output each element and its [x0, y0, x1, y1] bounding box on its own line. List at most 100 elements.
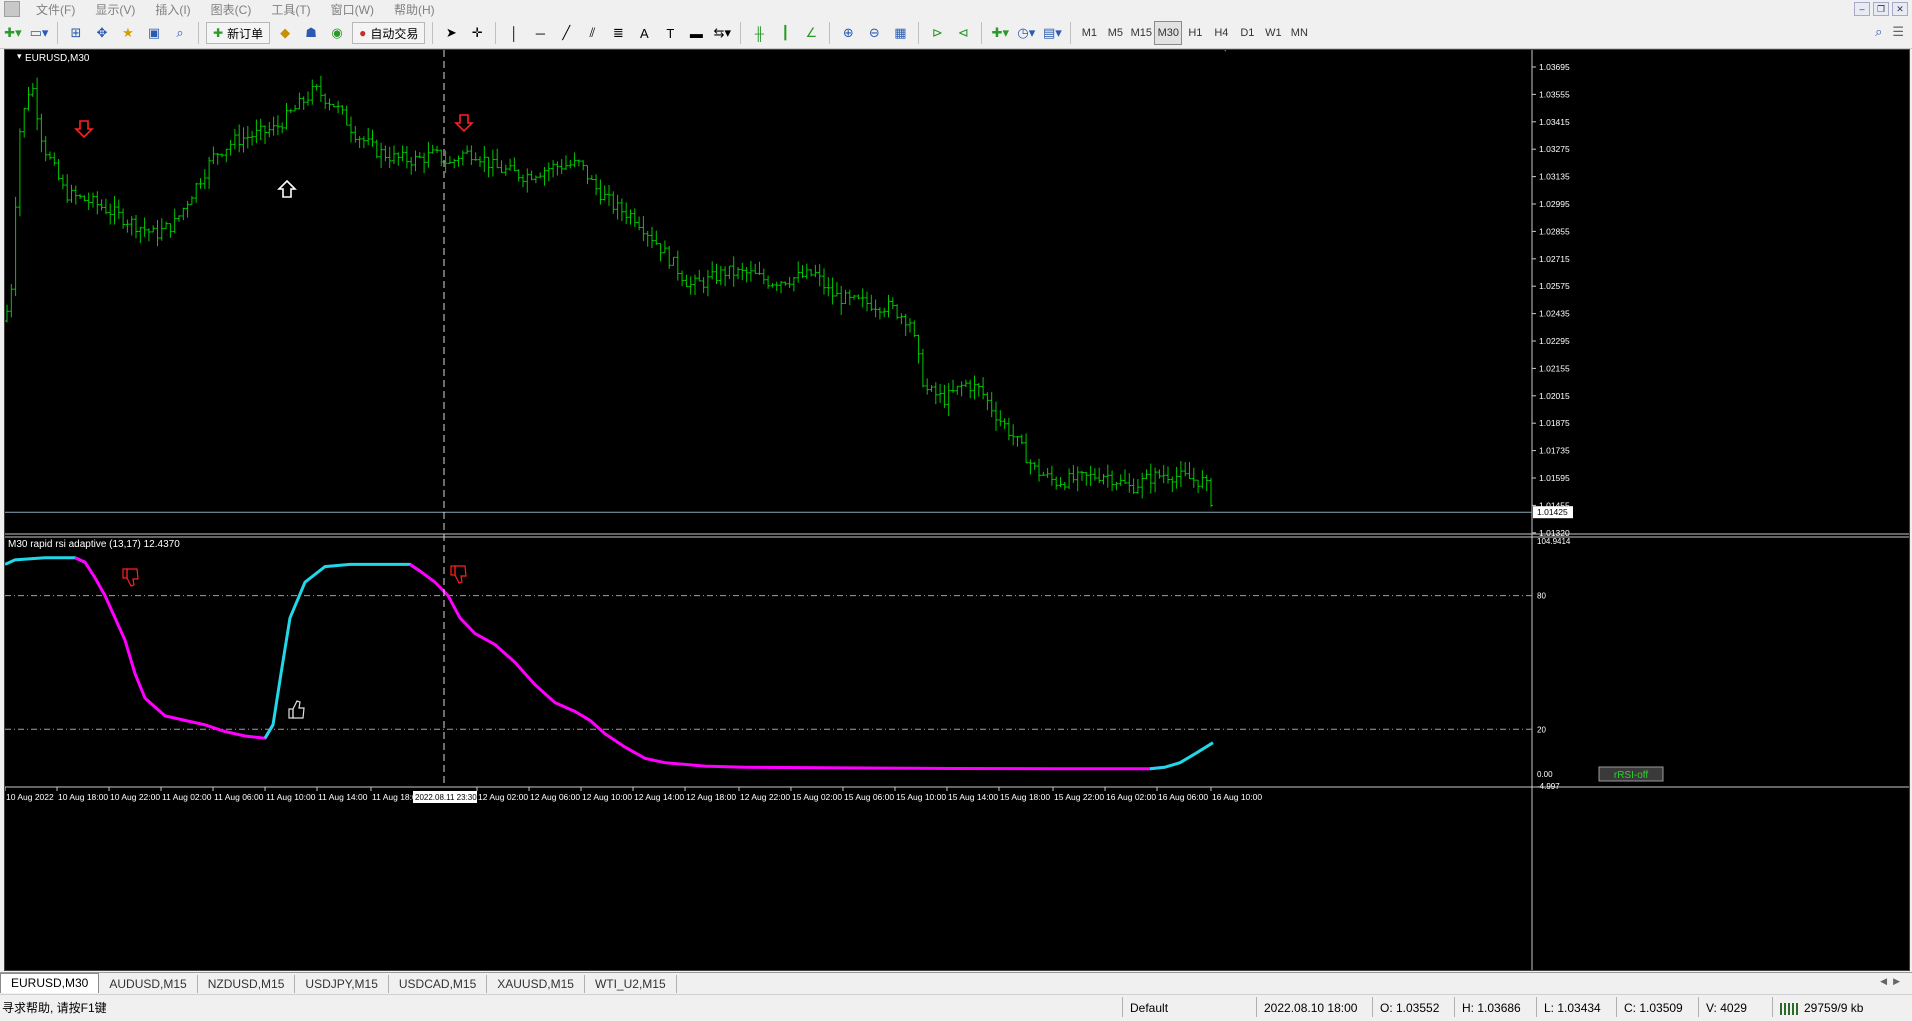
rsi-line-bear: [409, 563, 1166, 771]
periods-icon[interactable]: ◷▾: [1015, 22, 1037, 44]
status-divider: [1256, 997, 1257, 1017]
search-icon[interactable]: ⌕: [1875, 24, 1882, 40]
autoscroll-icon[interactable]: ⊳: [926, 22, 948, 44]
tile-windows-icon[interactable]: ▦: [889, 22, 911, 44]
tab-usdjpy-m15[interactable]: USDJPY,M15: [295, 975, 389, 993]
new-order-button[interactable]: ✚ 新订单: [206, 22, 271, 44]
zoom-out-icon[interactable]: ⊖: [863, 22, 885, 44]
navigator-icon[interactable]: ★: [117, 22, 139, 44]
tab-xauusd-m15[interactable]: XAUUSD,M15: [487, 975, 585, 993]
toolbar-divider: [981, 22, 983, 44]
menu-charts[interactable]: 图表(C): [201, 1, 262, 18]
tab-eurusd-m30[interactable]: EURUSD,M30: [0, 973, 100, 993]
chart-canvas[interactable]: 1.03695 1.03555 1.03415 1.03275 1.03135 1.029…: [4, 44, 1909, 970]
chart-collapse-icon[interactable]: ▾: [17, 51, 22, 61]
strategy-tester-icon[interactable]: ⌕: [169, 22, 191, 44]
market-icon[interactable]: ◉: [326, 22, 348, 44]
channel-icon[interactable]: ⫽: [581, 22, 603, 44]
profiles-icon[interactable]: ▭▾: [28, 22, 50, 44]
chart-window[interactable]: 1.03695 1.03555 1.03415 1.03275 1.03135 1.029…: [4, 44, 1910, 971]
horizontal-line-icon[interactable]: ─: [529, 22, 551, 44]
timeframe-h4[interactable]: H4: [1208, 22, 1234, 44]
status-divider: [1372, 997, 1373, 1017]
price-level-label: 1.01595: [1539, 473, 1570, 483]
metaeditor-icon[interactable]: ◆: [274, 22, 296, 44]
status-datetime: 2022.08.10 18:00: [1264, 1001, 1358, 1015]
chat-icon[interactable]: ☰: [1892, 24, 1904, 40]
time-axis-label: 12 Aug 22:00: [740, 792, 790, 802]
time-axis-label: 15 Aug 02:00: [792, 792, 842, 802]
rrsi-off-button[interactable]: rRSI-off: [1598, 766, 1664, 782]
vertical-line-icon[interactable]: │: [503, 22, 525, 44]
rsi-line-bull: [263, 562, 421, 739]
timeframe-h1[interactable]: H1: [1182, 22, 1208, 44]
tab-nzdusd-m15[interactable]: NZDUSD,M15: [198, 975, 296, 993]
timeframe-mn[interactable]: MN: [1286, 22, 1312, 44]
rsi-line-bear: [74, 556, 275, 740]
text-icon[interactable]: A: [633, 22, 655, 44]
toolbar-divider: [495, 22, 497, 44]
bar-chart-icon[interactable]: ╫: [748, 22, 770, 44]
toolbar-divider: [1070, 22, 1072, 44]
timeframe-m5[interactable]: M5: [1102, 22, 1128, 44]
thumbs-down-icon: [122, 568, 139, 587]
status-profile: Default: [1130, 1001, 1169, 1015]
auto-trading-label: 自动交易: [370, 26, 419, 41]
tab-usdcad-m15[interactable]: USDCAD,M15: [389, 975, 488, 993]
arrow-shapes-icon[interactable]: ▬: [685, 22, 707, 44]
timeframe-w1[interactable]: W1: [1260, 22, 1286, 44]
zoom-in-icon[interactable]: ⊕: [837, 22, 859, 44]
time-axis-label: 16 Aug 02:00: [1106, 792, 1156, 802]
terminal-icon[interactable]: ▣: [143, 22, 165, 44]
trendline-icon[interactable]: ╱: [555, 22, 577, 44]
timeframe-m30[interactable]: M30: [1154, 21, 1183, 45]
market-watch-icon[interactable]: ⊞: [65, 22, 87, 44]
indicator-scale-label: 104.9414: [1537, 537, 1571, 546]
tab-wti-u2-m15[interactable]: WTI_U2,M15: [585, 975, 677, 993]
tab-audusd-m15[interactable]: AUDUSD,M15: [99, 975, 198, 993]
app-icon: [4, 1, 20, 17]
chart-shift-marker-icon[interactable]: ▾: [1223, 44, 1228, 54]
line-chart-icon[interactable]: ∠: [800, 22, 822, 44]
status-traffic: 29759/9 kb: [1780, 1000, 1863, 1016]
fibonacci-icon[interactable]: ≣: [607, 22, 629, 44]
menu-file[interactable]: 文件(F): [26, 1, 85, 18]
crosshair-icon[interactable]: ✛: [466, 22, 488, 44]
timeframe-m15[interactable]: M15: [1128, 22, 1154, 44]
timeframe-d1[interactable]: D1: [1234, 22, 1260, 44]
price-level-label: 1.02295: [1539, 336, 1570, 346]
chart-shift-icon[interactable]: ⊲: [952, 22, 974, 44]
menu-view[interactable]: 显示(V): [85, 1, 145, 18]
draw-tools-dropdown-icon[interactable]: ⇆▾: [711, 22, 733, 44]
menu-tools[interactable]: 工具(T): [261, 1, 320, 18]
tab-scroll-icon[interactable]: ◀▶: [1880, 976, 1906, 987]
status-divider: [1698, 997, 1699, 1017]
data-window-icon[interactable]: ✥: [91, 22, 113, 44]
candlestick-icon[interactable]: ┃: [774, 22, 796, 44]
indicators-icon[interactable]: ✚▾: [989, 22, 1011, 44]
toolbar-divider: [198, 22, 199, 44]
minimize-icon[interactable]: –: [1854, 2, 1870, 16]
new-chart-icon[interactable]: ✚▾: [2, 22, 24, 44]
timeframe-m1[interactable]: M1: [1076, 22, 1102, 44]
thumbs-down-icon: [450, 565, 467, 584]
status-help-text: 寻求帮助, 请按F1键: [2, 1001, 107, 1015]
templates-icon[interactable]: ▤▾: [1041, 22, 1063, 44]
thumbs-down-icon-part: [126, 568, 139, 587]
restore-icon[interactable]: ❐: [1873, 2, 1889, 16]
indicator-scale-label: 0.00: [1537, 770, 1553, 779]
close-icon[interactable]: ✕: [1892, 2, 1908, 16]
status-open: O: 1.03552: [1380, 1001, 1440, 1015]
time-axis-label: 11 Aug 06:00: [214, 792, 264, 802]
thumbs-up-icon-part: [288, 708, 294, 719]
crosshair-time-label: 2022.08.11 23:30: [415, 793, 477, 802]
rsi-line-bull: [1149, 741, 1214, 771]
signals-icon[interactable]: ☗: [300, 22, 322, 44]
cursor-icon[interactable]: ➤: [440, 22, 462, 44]
menu-insert[interactable]: 插入(I): [145, 1, 200, 18]
menu-help[interactable]: 帮助(H): [384, 1, 445, 18]
auto-trading-button[interactable]: ● 自动交易: [352, 22, 426, 44]
text-label-icon[interactable]: T: [659, 22, 681, 44]
time-axis-label: 15 Aug 06:00: [844, 792, 894, 802]
menu-window[interactable]: 窗口(W): [321, 1, 384, 18]
